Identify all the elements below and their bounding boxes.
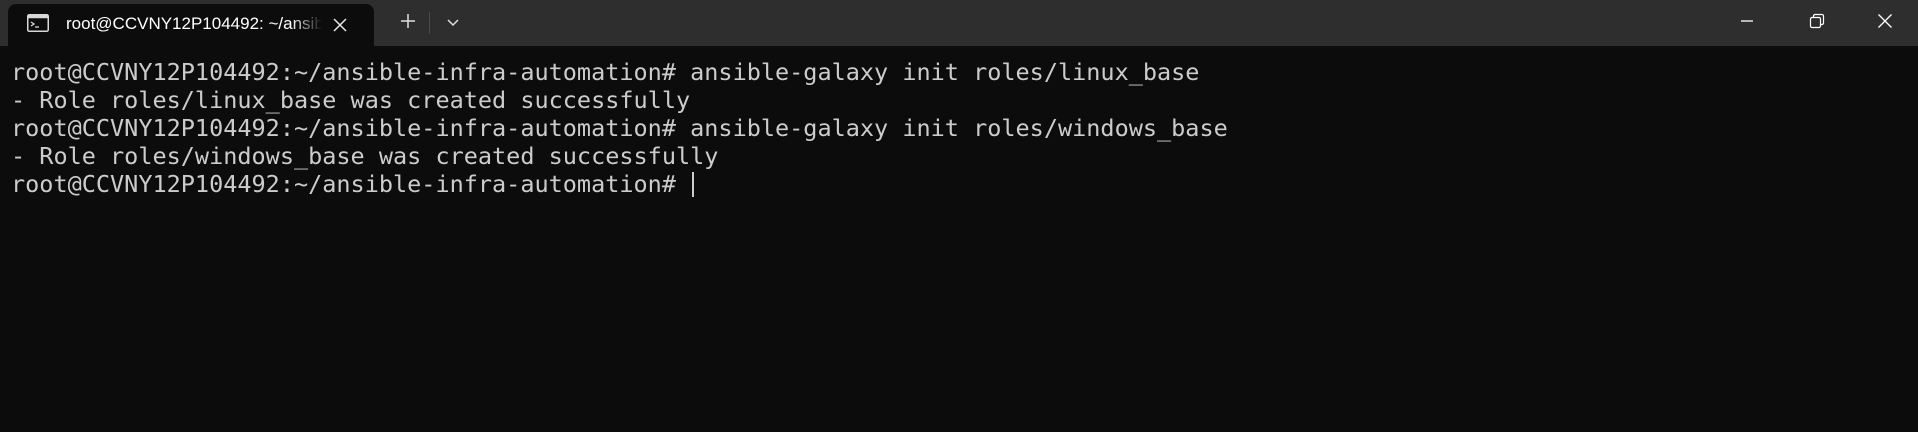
plus-icon — [399, 12, 417, 35]
close-icon — [1877, 13, 1893, 34]
terminal-line: - Role roles/linux_base was created succ… — [11, 86, 690, 114]
minimize-icon — [1739, 13, 1755, 34]
terminal-line: root@CCVNY12P104492:~/ansible-infra-auto… — [11, 58, 1199, 86]
terminal-line: root@CCVNY12P104492:~/ansible-infra-auto… — [11, 114, 1228, 142]
profile-dropdown-button[interactable] — [436, 8, 470, 38]
title-bar[interactable]: root@CCVNY12P104492: ~/ansible-infra-aut… — [0, 0, 1918, 46]
command: ansible-galaxy init roles/linux_base — [690, 58, 1200, 86]
terminal-window: root@CCVNY12P104492: ~/ansible-infra-aut… — [0, 0, 1918, 432]
new-tab-button[interactable] — [390, 8, 426, 38]
prompt: root@CCVNY12P104492:~/ansible-infra-auto… — [11, 114, 676, 142]
text-cursor — [692, 172, 695, 197]
terminal-icon — [27, 14, 49, 32]
terminal-output[interactable]: root@CCVNY12P104492:~/ansible-infra-auto… — [0, 46, 1918, 432]
tab-separator — [429, 12, 430, 34]
prompt: root@CCVNY12P104492:~/ansible-infra-auto… — [11, 58, 676, 86]
tab-title: root@CCVNY12P104492: ~/ansible-infra-aut… — [66, 14, 322, 33]
command-output: - Role roles/windows_base was created su… — [11, 142, 719, 170]
prompt: root@CCVNY12P104492:~/ansible-infra-auto… — [11, 170, 676, 198]
close-window-button[interactable] — [1850, 0, 1918, 46]
chevron-down-icon — [446, 14, 460, 32]
minimize-button[interactable] — [1712, 0, 1782, 46]
command: ansible-galaxy init roles/windows_base — [690, 114, 1228, 142]
terminal-line: - Role roles/windows_base was created su… — [11, 142, 718, 170]
tab-active[interactable]: root@CCVNY12P104492: ~/ansible-infra-aut… — [8, 4, 374, 46]
restore-icon — [1809, 13, 1825, 34]
terminal-line: root@CCVNY12P104492:~/ansible-infra-auto… — [11, 170, 695, 198]
command-output: - Role roles/linux_base was created succ… — [11, 86, 691, 114]
restore-button[interactable] — [1782, 0, 1852, 46]
close-tab-icon[interactable] — [326, 11, 354, 39]
